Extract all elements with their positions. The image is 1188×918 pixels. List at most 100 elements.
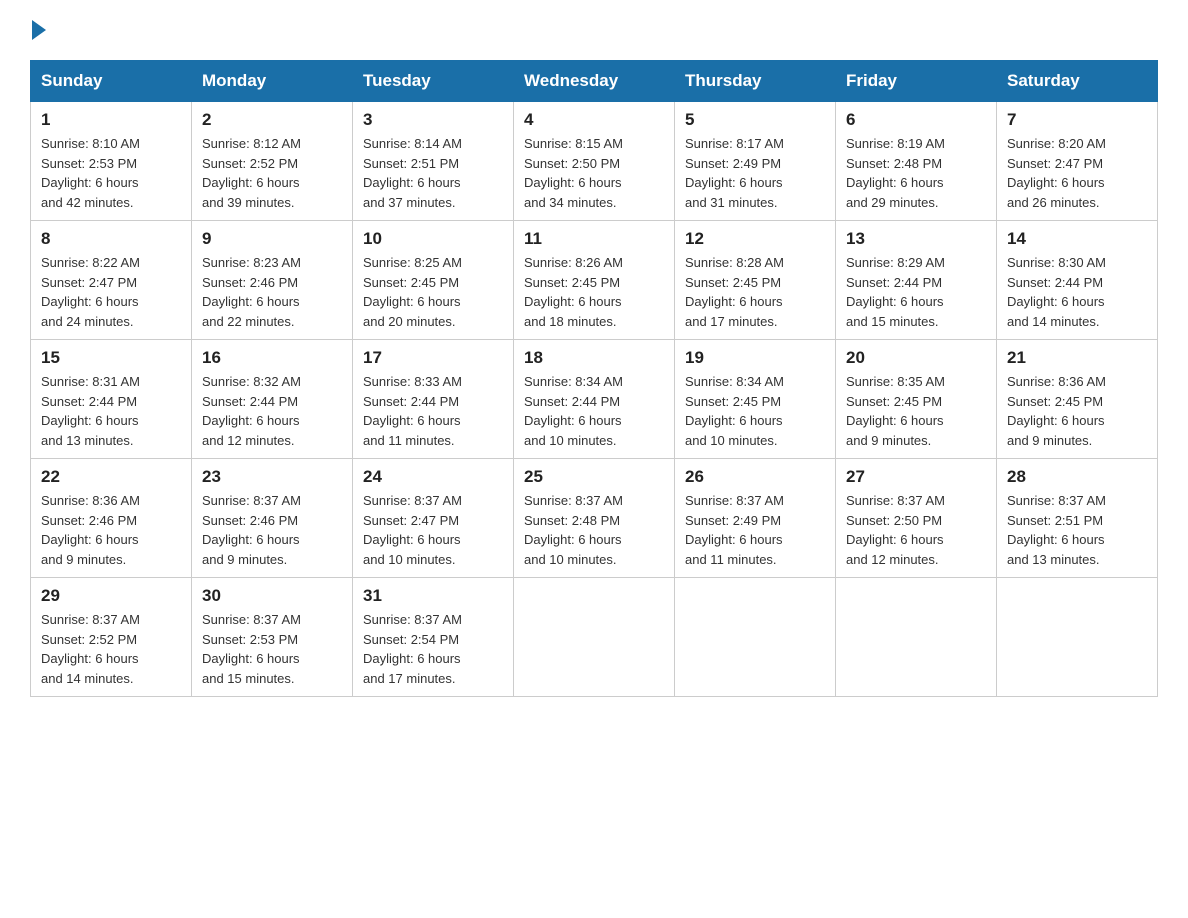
calendar-cell: 27 Sunrise: 8:37 AMSunset: 2:50 PMDayligh… bbox=[836, 459, 997, 578]
day-info: Sunrise: 8:37 AMSunset: 2:49 PMDaylight:… bbox=[685, 491, 825, 569]
day-number: 18 bbox=[524, 348, 664, 368]
calendar-header-sunday: Sunday bbox=[31, 61, 192, 102]
day-number: 30 bbox=[202, 586, 342, 606]
day-info: Sunrise: 8:20 AMSunset: 2:47 PMDaylight:… bbox=[1007, 134, 1147, 212]
calendar-cell: 21 Sunrise: 8:36 AMSunset: 2:45 PMDayligh… bbox=[997, 340, 1158, 459]
calendar-header-saturday: Saturday bbox=[997, 61, 1158, 102]
day-info: Sunrise: 8:37 AMSunset: 2:47 PMDaylight:… bbox=[363, 491, 503, 569]
day-info: Sunrise: 8:17 AMSunset: 2:49 PMDaylight:… bbox=[685, 134, 825, 212]
day-info: Sunrise: 8:34 AMSunset: 2:45 PMDaylight:… bbox=[685, 372, 825, 450]
calendar-cell: 13 Sunrise: 8:29 AMSunset: 2:44 PMDayligh… bbox=[836, 221, 997, 340]
calendar-cell: 9Sunrise: 8:23 AMSunset: 2:46 PMDaylight… bbox=[192, 221, 353, 340]
calendar-cell bbox=[997, 578, 1158, 697]
day-number: 25 bbox=[524, 467, 664, 487]
day-info: Sunrise: 8:19 AMSunset: 2:48 PMDaylight:… bbox=[846, 134, 986, 212]
day-number: 9 bbox=[202, 229, 342, 249]
page-header bbox=[30, 20, 1158, 40]
day-number: 11 bbox=[524, 229, 664, 249]
day-number: 19 bbox=[685, 348, 825, 368]
day-info: Sunrise: 8:37 AMSunset: 2:52 PMDaylight:… bbox=[41, 610, 181, 688]
calendar-header-tuesday: Tuesday bbox=[353, 61, 514, 102]
day-number: 2 bbox=[202, 110, 342, 130]
calendar-cell: 15 Sunrise: 8:31 AMSunset: 2:44 PMDayligh… bbox=[31, 340, 192, 459]
day-info: Sunrise: 8:31 AMSunset: 2:44 PMDaylight:… bbox=[41, 372, 181, 450]
calendar-cell: 31Sunrise: 8:37 AMSunset: 2:54 PMDayligh… bbox=[353, 578, 514, 697]
calendar-table: SundayMondayTuesdayWednesdayThursdayFrid… bbox=[30, 60, 1158, 697]
calendar-cell: 7 Sunrise: 8:20 AMSunset: 2:47 PMDaylight… bbox=[997, 102, 1158, 221]
day-number: 22 bbox=[41, 467, 181, 487]
day-number: 28 bbox=[1007, 467, 1147, 487]
day-info: Sunrise: 8:36 AMSunset: 2:46 PMDaylight:… bbox=[41, 491, 181, 569]
calendar-week-row: 8Sunrise: 8:22 AMSunset: 2:47 PMDaylight… bbox=[31, 221, 1158, 340]
day-info: Sunrise: 8:10 AMSunset: 2:53 PMDaylight:… bbox=[41, 134, 181, 212]
day-info: Sunrise: 8:14 AMSunset: 2:51 PMDaylight:… bbox=[363, 134, 503, 212]
calendar-cell: 6 Sunrise: 8:19 AMSunset: 2:48 PMDaylight… bbox=[836, 102, 997, 221]
calendar-cell: 18 Sunrise: 8:34 AMSunset: 2:44 PMDayligh… bbox=[514, 340, 675, 459]
calendar-cell: 1 Sunrise: 8:10 AMSunset: 2:53 PMDaylight… bbox=[31, 102, 192, 221]
day-info: Sunrise: 8:34 AMSunset: 2:44 PMDaylight:… bbox=[524, 372, 664, 450]
day-info: Sunrise: 8:29 AMSunset: 2:44 PMDaylight:… bbox=[846, 253, 986, 331]
day-number: 20 bbox=[846, 348, 986, 368]
calendar-cell: 26 Sunrise: 8:37 AMSunset: 2:49 PMDayligh… bbox=[675, 459, 836, 578]
day-number: 14 bbox=[1007, 229, 1147, 249]
calendar-cell: 11 Sunrise: 8:26 AMSunset: 2:45 PMDayligh… bbox=[514, 221, 675, 340]
calendar-cell: 25 Sunrise: 8:37 AMSunset: 2:48 PMDayligh… bbox=[514, 459, 675, 578]
day-info: Sunrise: 8:33 AMSunset: 2:44 PMDaylight:… bbox=[363, 372, 503, 450]
calendar-cell bbox=[514, 578, 675, 697]
day-info: Sunrise: 8:12 AMSunset: 2:52 PMDaylight:… bbox=[202, 134, 342, 212]
day-number: 23 bbox=[202, 467, 342, 487]
calendar-header-wednesday: Wednesday bbox=[514, 61, 675, 102]
calendar-week-row: 15 Sunrise: 8:31 AMSunset: 2:44 PMDayligh… bbox=[31, 340, 1158, 459]
calendar-cell: 4 Sunrise: 8:15 AMSunset: 2:50 PMDaylight… bbox=[514, 102, 675, 221]
day-number: 21 bbox=[1007, 348, 1147, 368]
calendar-cell: 24 Sunrise: 8:37 AMSunset: 2:47 PMDayligh… bbox=[353, 459, 514, 578]
calendar-cell: 12Sunrise: 8:28 AMSunset: 2:45 PMDayligh… bbox=[675, 221, 836, 340]
day-number: 31 bbox=[363, 586, 503, 606]
calendar-week-row: 22 Sunrise: 8:36 AMSunset: 2:46 PMDayligh… bbox=[31, 459, 1158, 578]
calendar-cell: 17 Sunrise: 8:33 AMSunset: 2:44 PMDayligh… bbox=[353, 340, 514, 459]
calendar-cell: 2 Sunrise: 8:12 AMSunset: 2:52 PMDaylight… bbox=[192, 102, 353, 221]
day-number: 6 bbox=[846, 110, 986, 130]
day-info: Sunrise: 8:37 AMSunset: 2:48 PMDaylight:… bbox=[524, 491, 664, 569]
calendar-header-thursday: Thursday bbox=[675, 61, 836, 102]
day-number: 8 bbox=[41, 229, 181, 249]
day-number: 27 bbox=[846, 467, 986, 487]
calendar-cell: 16 Sunrise: 8:32 AMSunset: 2:44 PMDayligh… bbox=[192, 340, 353, 459]
logo bbox=[30, 20, 48, 40]
calendar-cell bbox=[675, 578, 836, 697]
calendar-cell: 8Sunrise: 8:22 AMSunset: 2:47 PMDaylight… bbox=[31, 221, 192, 340]
day-number: 1 bbox=[41, 110, 181, 130]
calendar-cell: 3Sunrise: 8:14 AMSunset: 2:51 PMDaylight… bbox=[353, 102, 514, 221]
calendar-cell bbox=[836, 578, 997, 697]
calendar-header-monday: Monday bbox=[192, 61, 353, 102]
day-info: Sunrise: 8:15 AMSunset: 2:50 PMDaylight:… bbox=[524, 134, 664, 212]
calendar-cell: 28Sunrise: 8:37 AMSunset: 2:51 PMDayligh… bbox=[997, 459, 1158, 578]
day-number: 17 bbox=[363, 348, 503, 368]
calendar-cell: 29Sunrise: 8:37 AMSunset: 2:52 PMDayligh… bbox=[31, 578, 192, 697]
day-number: 10 bbox=[363, 229, 503, 249]
calendar-cell: 23 Sunrise: 8:37 AMSunset: 2:46 PMDayligh… bbox=[192, 459, 353, 578]
calendar-week-row: 29Sunrise: 8:37 AMSunset: 2:52 PMDayligh… bbox=[31, 578, 1158, 697]
day-number: 4 bbox=[524, 110, 664, 130]
day-info: Sunrise: 8:37 AMSunset: 2:50 PMDaylight:… bbox=[846, 491, 986, 569]
day-number: 15 bbox=[41, 348, 181, 368]
day-info: Sunrise: 8:35 AMSunset: 2:45 PMDaylight:… bbox=[846, 372, 986, 450]
day-number: 24 bbox=[363, 467, 503, 487]
day-info: Sunrise: 8:37 AMSunset: 2:46 PMDaylight:… bbox=[202, 491, 342, 569]
day-number: 16 bbox=[202, 348, 342, 368]
day-number: 7 bbox=[1007, 110, 1147, 130]
day-info: Sunrise: 8:30 AMSunset: 2:44 PMDaylight:… bbox=[1007, 253, 1147, 331]
calendar-cell: 22 Sunrise: 8:36 AMSunset: 2:46 PMDayligh… bbox=[31, 459, 192, 578]
day-number: 5 bbox=[685, 110, 825, 130]
logo-arrow-icon bbox=[32, 20, 46, 40]
day-info: Sunrise: 8:32 AMSunset: 2:44 PMDaylight:… bbox=[202, 372, 342, 450]
day-info: Sunrise: 8:26 AMSunset: 2:45 PMDaylight:… bbox=[524, 253, 664, 331]
day-number: 26 bbox=[685, 467, 825, 487]
day-number: 13 bbox=[846, 229, 986, 249]
day-info: Sunrise: 8:36 AMSunset: 2:45 PMDaylight:… bbox=[1007, 372, 1147, 450]
calendar-header-friday: Friday bbox=[836, 61, 997, 102]
day-info: Sunrise: 8:28 AMSunset: 2:45 PMDaylight:… bbox=[685, 253, 825, 331]
day-info: Sunrise: 8:37 AMSunset: 2:53 PMDaylight:… bbox=[202, 610, 342, 688]
calendar-header-row: SundayMondayTuesdayWednesdayThursdayFrid… bbox=[31, 61, 1158, 102]
day-info: Sunrise: 8:25 AMSunset: 2:45 PMDaylight:… bbox=[363, 253, 503, 331]
